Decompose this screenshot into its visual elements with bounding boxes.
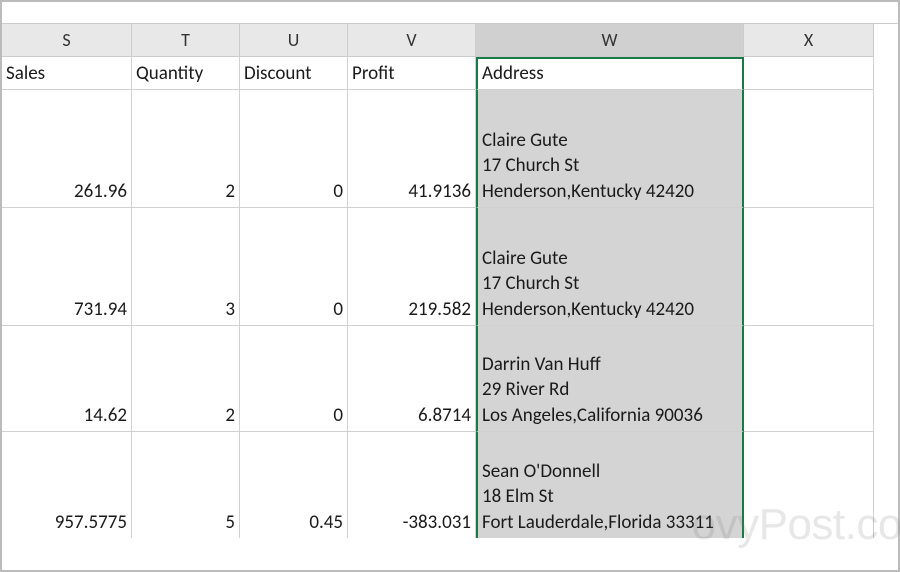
header-quantity[interactable]: Quantity: [132, 57, 240, 90]
spreadsheet-grid: S T U V W X Sales Quantity Discount Prof…: [2, 24, 898, 538]
cell-sales[interactable]: 731.94: [2, 208, 132, 326]
col-header-s[interactable]: S: [2, 24, 132, 57]
cell-profit[interactable]: -383.031: [348, 432, 476, 538]
header-discount[interactable]: Discount: [240, 57, 348, 90]
cell-discount[interactable]: 0: [240, 208, 348, 326]
cell-sales[interactable]: 261.96: [2, 90, 132, 208]
address-text: Claire Gute 17 Church St Henderson,Kentu…: [482, 220, 738, 323]
header-empty-x[interactable]: [744, 57, 874, 90]
address-text: Claire Gute 17 Church St Henderson,Kentu…: [482, 102, 738, 205]
header-profit[interactable]: Profit: [348, 57, 476, 90]
cell-quantity[interactable]: 3: [132, 208, 240, 326]
cell-profit[interactable]: 41.9136: [348, 90, 476, 208]
col-header-w[interactable]: W: [476, 24, 744, 57]
cell-profit[interactable]: 219.582: [348, 208, 476, 326]
cell-discount[interactable]: 0.45: [240, 432, 348, 538]
cell-profit[interactable]: 6.8714: [348, 326, 476, 432]
cell-sales[interactable]: 957.5775: [2, 432, 132, 538]
cell-empty[interactable]: [744, 326, 874, 432]
cell-empty[interactable]: [744, 432, 874, 538]
cell-address[interactable]: Claire Gute 17 Church St Henderson,Kentu…: [476, 208, 744, 326]
cell-quantity[interactable]: 2: [132, 326, 240, 432]
col-header-v[interactable]: V: [348, 24, 476, 57]
cell-discount[interactable]: 0: [240, 326, 348, 432]
cell-quantity[interactable]: 5: [132, 432, 240, 538]
header-address[interactable]: Address: [476, 57, 744, 90]
address-text: Darrin Van Huff 29 River Rd Los Angeles,…: [482, 352, 738, 429]
cell-quantity[interactable]: 2: [132, 90, 240, 208]
col-header-x[interactable]: X: [744, 24, 874, 57]
cell-address[interactable]: Darrin Van Huff 29 River Rd Los Angeles,…: [476, 326, 744, 432]
cell-sales[interactable]: 14.62: [2, 326, 132, 432]
cell-empty[interactable]: [744, 208, 874, 326]
col-header-t[interactable]: T: [132, 24, 240, 57]
cell-empty[interactable]: [744, 90, 874, 208]
cell-address[interactable]: Claire Gute 17 Church St Henderson,Kentu…: [476, 90, 744, 208]
cell-discount[interactable]: 0: [240, 90, 348, 208]
cell-address[interactable]: Sean O'Donnell 18 Elm St Fort Lauderdale…: [476, 432, 744, 538]
col-header-u[interactable]: U: [240, 24, 348, 57]
header-sales[interactable]: Sales: [2, 57, 132, 90]
address-text: Sean O'Donnell 18 Elm St Fort Lauderdale…: [482, 459, 738, 536]
top-spacer: [2, 2, 898, 24]
